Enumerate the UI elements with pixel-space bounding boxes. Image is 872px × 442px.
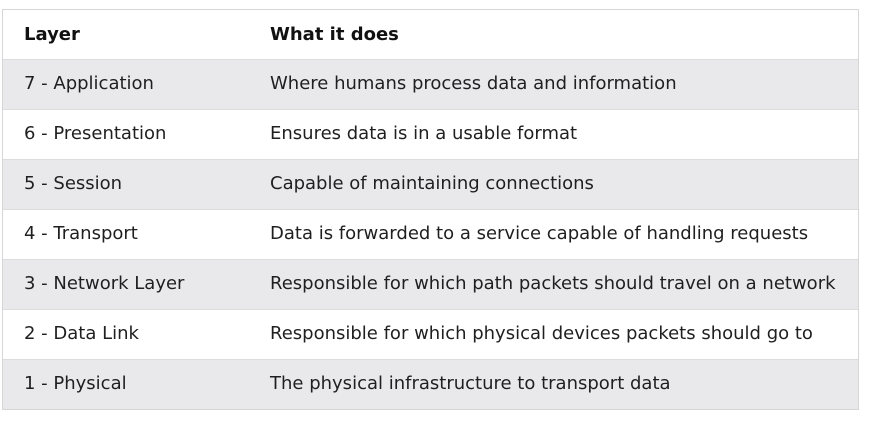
layer-cell: 2 - Data Link: [3, 309, 249, 360]
table-row: 5 - Session Capable of maintaining conne…: [3, 159, 858, 210]
table-row: 2 - Data Link Responsible for which phys…: [3, 309, 858, 360]
table-row: 3 - Network Layer Responsible for which …: [3, 259, 858, 310]
layer-cell: 5 - Session: [3, 159, 249, 210]
layer-cell: 1 - Physical: [3, 359, 249, 409]
table-header-row: Layer What it does: [3, 10, 858, 60]
layer-cell: 3 - Network Layer: [3, 259, 249, 310]
layer-cell: 7 - Application: [3, 59, 249, 110]
header-what-it-does: What it does: [249, 10, 858, 60]
table-row: 4 - Transport Data is forwarded to a ser…: [3, 209, 858, 260]
layer-cell: 4 - Transport: [3, 209, 249, 260]
table-row: 1 - Physical The physical infrastructure…: [3, 359, 858, 409]
layer-cell: 6 - Presentation: [3, 109, 249, 160]
description-cell: Data is forwarded to a service capable o…: [249, 209, 858, 260]
osi-layers-table-container: Layer What it does 7 - Application Where…: [2, 9, 859, 410]
table-row: 7 - Application Where humans process dat…: [3, 59, 858, 110]
description-cell: Capable of maintaining connections: [249, 159, 858, 210]
osi-layers-table: Layer What it does 7 - Application Where…: [3, 10, 858, 409]
description-cell: Responsible for which path packets shoul…: [249, 259, 858, 310]
table-row: 6 - Presentation Ensures data is in a us…: [3, 109, 858, 160]
header-layer: Layer: [3, 10, 249, 60]
description-cell: The physical infrastructure to transport…: [249, 359, 858, 409]
description-cell: Where humans process data and informatio…: [249, 59, 858, 110]
description-cell: Responsible for which physical devices p…: [249, 309, 858, 360]
description-cell: Ensures data is in a usable format: [249, 109, 858, 160]
